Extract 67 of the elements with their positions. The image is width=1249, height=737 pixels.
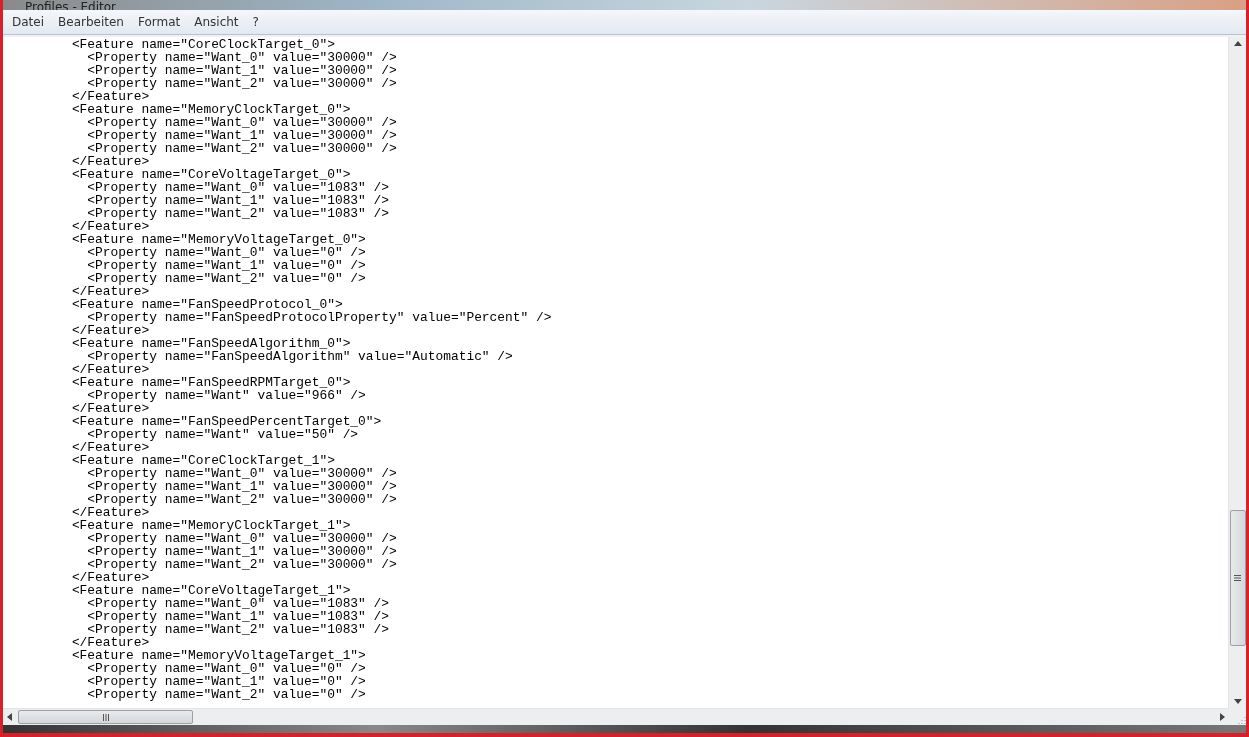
code-line: <Property name="Want_2" value="0" /> bbox=[86, 688, 367, 701]
code-line: <Property name="Want_0" value="0" /> bbox=[86, 246, 367, 259]
code-line: <Property name="Want_2" value="30000" /> bbox=[87, 142, 398, 155]
code-line: <Feature name="CoreClockTarget_0"> bbox=[70, 38, 335, 51]
code-line: <Feature name="CoreClockTarget_1"> bbox=[70, 454, 335, 467]
menu-item[interactable]: ? bbox=[245, 15, 266, 29]
code-line: <Property name="Want" value="966" /> bbox=[87, 389, 367, 402]
code-line: <Feature name="CoreVoltageTarget_0"> bbox=[70, 168, 351, 181]
code-line: <Feature name="FanSpeedPercentTarget_0"> bbox=[70, 415, 383, 428]
menu-item[interactable]: Ansicht bbox=[187, 15, 246, 29]
code-line: </Feature> bbox=[70, 155, 150, 168]
code-line: <Property name="Want_2" value="1083" /> bbox=[87, 207, 391, 220]
code-line: </Feature> bbox=[70, 441, 150, 454]
code-line: <Property name="FanSpeedProtocolProperty" value="Percent" /> bbox=[87, 311, 553, 324]
code-line: <Property name="Want_0" value="0" /> bbox=[86, 662, 367, 675]
code-line: </Feature> bbox=[70, 220, 150, 233]
code-line: </Feature> bbox=[70, 506, 150, 519]
code-line: </Feature> bbox=[70, 285, 150, 298]
code-line: </Feature> bbox=[70, 324, 150, 337]
scroll-thumb[interactable] bbox=[18, 710, 193, 724]
code-line: <Property name="Want_2" value="30000" /> bbox=[87, 77, 398, 90]
scroll-thumb[interactable] bbox=[1229, 510, 1246, 646]
code-line: <Property name="Want_1" value="1083" /> bbox=[86, 610, 391, 623]
code-line: </Feature> bbox=[70, 636, 150, 649]
code-line: <Feature name="MemoryVoltageTarget_0"> bbox=[70, 233, 367, 246]
horizontal-scrollbar[interactable] bbox=[3, 708, 1229, 725]
code-line: </Feature> bbox=[70, 571, 150, 584]
vertical-scrollbar[interactable] bbox=[1228, 37, 1246, 708]
scroll-up-icon[interactable] bbox=[1233, 41, 1242, 46]
code-line: <Property name="Want_0" value="30000" /> bbox=[86, 116, 398, 129]
code-line: <Feature name="CoreVoltageTarget_1"> bbox=[70, 584, 351, 597]
code-line: <Property name="Want_2" value="0" /> bbox=[87, 272, 367, 285]
code-line: <Feature name="FanSpeedAlgorithm_0"> bbox=[70, 337, 352, 350]
code-line: <Property name="Want" value="50" /> bbox=[87, 428, 359, 441]
code-line: <Property name="Want_2" value="1083" /> bbox=[87, 623, 391, 636]
scroll-left-icon[interactable] bbox=[7, 713, 12, 721]
code-line: <Property name="Want_0" value="30000" /> bbox=[86, 532, 398, 545]
code-line: <Property name="Want_1" value="30000" /> bbox=[86, 480, 398, 493]
code-line: <Property name="Want_2" value="30000" /> bbox=[87, 493, 398, 506]
menu-item[interactable]: Bearbeiten bbox=[51, 15, 131, 29]
code-line: <Property name="Want_0" value="30000" /> bbox=[86, 51, 398, 64]
code-line: <Property name="FanSpeedAlgorithm" value="Automatic" /> bbox=[87, 350, 514, 363]
code-line: <Property name="Want_1" value="0" /> bbox=[86, 259, 367, 272]
scroll-right-icon[interactable] bbox=[1220, 713, 1225, 721]
code-line: <Property name="Want_1" value="30000" /> bbox=[86, 64, 398, 77]
code-line: <Property name="Want_1" value="0" /> bbox=[86, 675, 367, 688]
menu-item[interactable]: Format bbox=[130, 15, 188, 29]
code-line: <Property name="Want_0" value="1083" /> bbox=[86, 597, 391, 610]
code-line: <Property name="Want_1" value="1083" /> bbox=[86, 194, 391, 207]
code-line: <Feature name="FanSpeedRPMTarget_0"> bbox=[70, 376, 352, 389]
code-line: <Property name="Want_2" value="30000" /> bbox=[87, 558, 398, 571]
code-line: </Feature> bbox=[70, 363, 150, 376]
menu-item[interactable]: Datei bbox=[5, 15, 51, 29]
code-line: <Feature name="MemoryClockTarget_0"> bbox=[70, 103, 351, 116]
resize-grip-icon[interactable] bbox=[1237, 716, 1246, 725]
scroll-down-icon[interactable] bbox=[1233, 699, 1242, 704]
grip-icon bbox=[102, 713, 109, 721]
code-line: <Feature name="FanSpeedProtocol_0"> bbox=[70, 298, 343, 311]
code-line: </Feature> bbox=[70, 90, 150, 103]
code-line: <Feature name="MemoryVoltageTarget_1"> bbox=[70, 649, 367, 662]
code-line: </Feature> bbox=[70, 402, 150, 415]
code-line: <Property name="Want_0" value="30000" /> bbox=[86, 467, 398, 480]
code-line: <Feature name="MemoryClockTarget_1"> bbox=[70, 519, 351, 532]
grip-icon bbox=[1234, 575, 1241, 581]
code-line: <Property name="Want_1" value="30000" /> bbox=[86, 545, 398, 558]
code-line: <Property name="Want_1" value="30000" /> bbox=[86, 129, 398, 142]
code-line: <Property name="Want_0" value="1083" /> bbox=[86, 181, 391, 194]
